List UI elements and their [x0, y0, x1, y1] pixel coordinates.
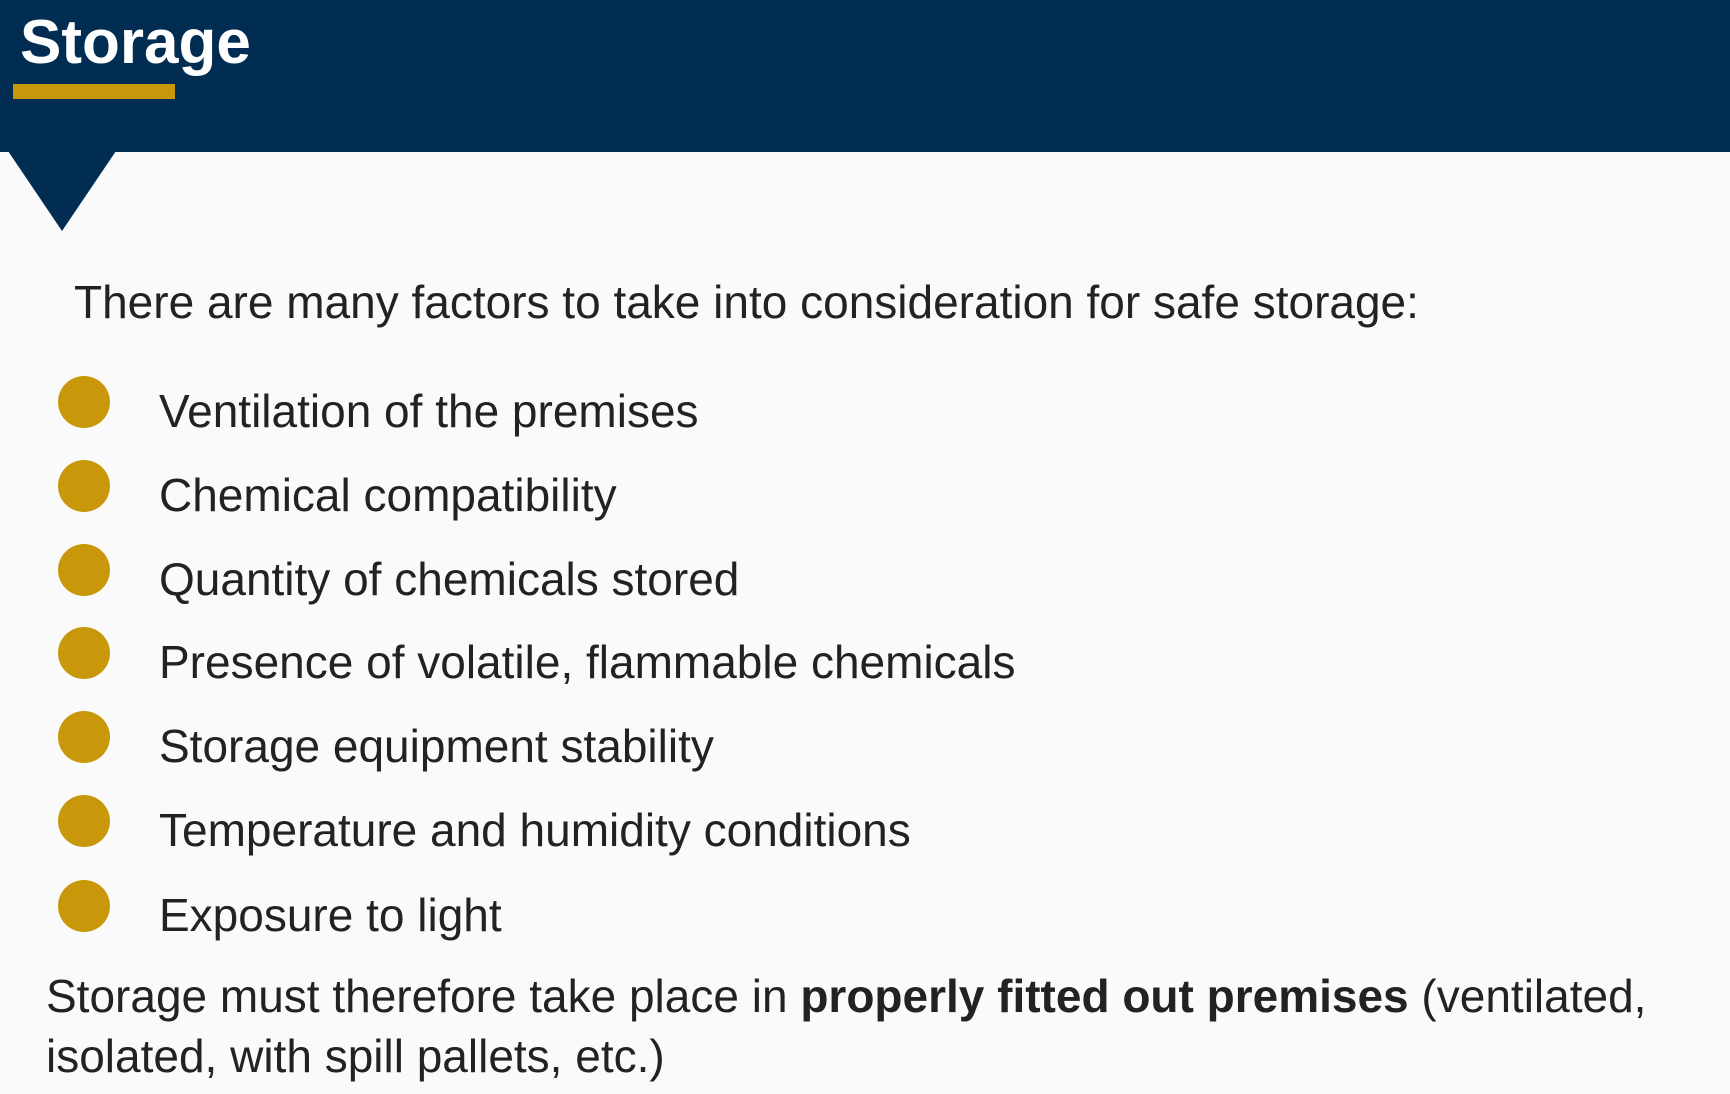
- list-item: Quantity of chemicals stored: [0, 544, 1600, 628]
- bullet-dot-icon: [58, 711, 110, 763]
- header-pointer: [8, 151, 116, 231]
- list-item-label: Storage equipment stability: [159, 720, 714, 772]
- bullet-dot-icon: [58, 376, 110, 428]
- conclusion-text: Storage must therefore take place in pro…: [46, 966, 1730, 1086]
- list-item: Ventilation of the premises: [0, 376, 1600, 460]
- list-item: Presence of volatile, flammable chemical…: [0, 627, 1600, 711]
- list-item: Temperature and humidity conditions: [0, 795, 1600, 879]
- list-item-label: Exposure to light: [159, 889, 502, 941]
- bullet-dot-icon: [58, 544, 110, 596]
- page-title: Storage: [20, 8, 251, 77]
- list-item: Chemical compatibility: [0, 460, 1600, 544]
- list-item-label: Ventilation of the premises: [159, 385, 699, 437]
- bullet-dot-icon: [58, 627, 110, 679]
- bullet-dot-icon: [58, 795, 110, 847]
- list-item-label: Temperature and humidity conditions: [159, 804, 911, 856]
- intro-text: There are many factors to take into cons…: [74, 276, 1419, 328]
- title-underline: [13, 84, 175, 99]
- list-item: Storage equipment stability: [0, 711, 1600, 795]
- list-item-label: Presence of volatile, flammable chemical…: [159, 636, 1016, 688]
- conclusion-lead: Storage must therefore take place in: [46, 970, 801, 1022]
- list-item: Exposure to light: [0, 880, 1600, 964]
- list-item-label: Chemical compatibility: [159, 469, 617, 521]
- conclusion-emphasis: properly fitted out premises: [800, 970, 1409, 1022]
- bullet-dot-icon: [58, 880, 110, 932]
- list-item-label: Quantity of chemicals stored: [159, 553, 740, 605]
- header-banner: Storage: [0, 0, 1730, 152]
- bullet-dot-icon: [58, 460, 110, 512]
